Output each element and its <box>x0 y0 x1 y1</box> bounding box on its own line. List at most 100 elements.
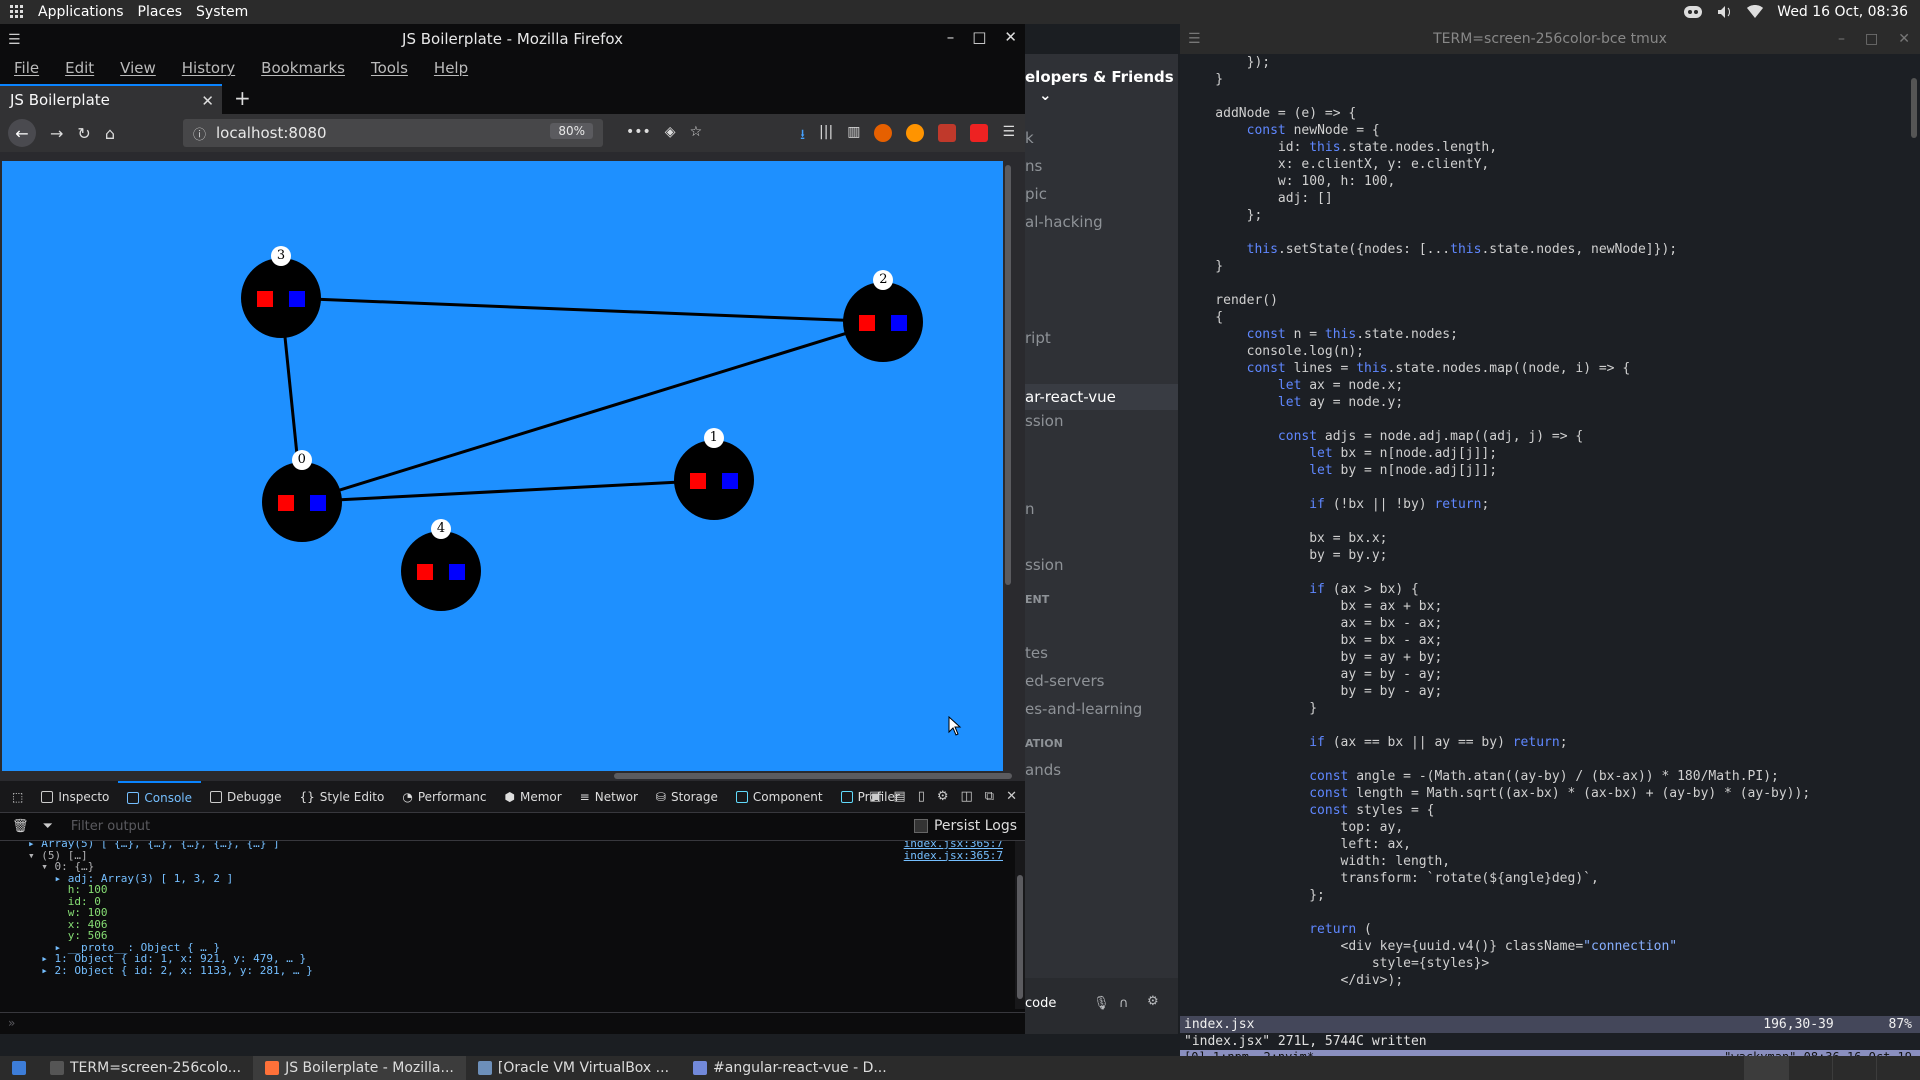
menu-applications[interactable]: Applications <box>38 4 124 20</box>
node-output-port[interactable] <box>721 473 738 490</box>
extension-4-icon[interactable] <box>970 124 989 142</box>
sidebar-icon[interactable]: ▥ <box>847 124 860 148</box>
undock-icon[interactable]: ⧉ <box>985 789 994 804</box>
filter-icon[interactable]: ⏷ <box>43 819 53 834</box>
channel-item[interactable]: k <box>1025 129 1034 147</box>
node-output-port[interactable] <box>449 563 465 580</box>
channel-item[interactable]: ssion <box>1025 412 1063 430</box>
bookmark-star-icon[interactable]: ☆ <box>690 124 703 140</box>
channel-item[interactable]: ar-react-vue <box>1025 384 1178 410</box>
show-desktop-icon[interactable] <box>0 1056 38 1080</box>
menu-history[interactable]: History <box>182 59 235 77</box>
device-icon[interactable]: ▯ <box>918 789 925 804</box>
workspace-2-icon[interactable] <box>1788 1056 1832 1080</box>
app-menu-icon[interactable]: ☰ <box>1002 124 1015 148</box>
mic-icon[interactable]: 🎙 <box>1093 996 1110 1011</box>
home-icon[interactable]: ⌂ <box>105 124 115 143</box>
window-menu-icon[interactable]: ☰ <box>8 32 21 48</box>
trash-icon[interactable]: 🗑 <box>12 819 29 834</box>
page-hscrollbar-thumb[interactable] <box>614 773 1012 779</box>
channel-item[interactable]: al-hacking <box>1025 213 1103 231</box>
extension-1-icon[interactable] <box>874 124 893 142</box>
extension-3-icon[interactable] <box>938 124 957 142</box>
page-content[interactable]: 0 1 2 3 4 <box>2 161 1013 771</box>
persist-logs-checkbox[interactable] <box>913 819 928 833</box>
channel-item[interactable]: ands <box>1025 761 1061 779</box>
console-scrollbar[interactable] <box>1015 841 1025 1009</box>
graph-node-3[interactable]: 3 <box>241 245 321 338</box>
console-source-link[interactable]: index.jsx:365:7 <box>904 849 1003 863</box>
headphones-icon[interactable]: ∩ <box>1119 996 1129 1011</box>
tab-js-boilerplate[interactable]: JS Boilerplate ✕ <box>0 84 222 114</box>
pick-element-icon[interactable]: ⬚ <box>0 781 32 813</box>
menu-tools[interactable]: Tools <box>371 59 408 77</box>
devtools-close-icon[interactable]: ✕ <box>1006 789 1017 804</box>
discord-tray-icon[interactable] <box>1683 5 1703 19</box>
workspace-switcher[interactable] <box>1744 1056 1920 1080</box>
clock[interactable]: Wed 16 Oct, 08:36 <box>1777 4 1908 20</box>
server-header[interactable]: elopers & Friends ⌄ <box>1025 68 1178 104</box>
terminal-scrollbar-thumb[interactable] <box>1911 78 1917 138</box>
maximize-icon[interactable]: □ <box>972 28 986 46</box>
tab-console[interactable]: Console <box>118 780 202 813</box>
console-input[interactable]: » <box>0 1012 1025 1034</box>
user-settings-gear-icon[interactable]: ⚙ <box>1147 994 1159 1009</box>
url-bar[interactable]: ⓘ localhost:8080 80% <box>183 119 603 147</box>
new-tab-icon[interactable]: + <box>222 86 265 114</box>
menu-system[interactable]: System <box>196 4 248 20</box>
page-actions-icon[interactable]: ••• <box>626 124 651 140</box>
channel-item[interactable]: ssion <box>1025 556 1063 574</box>
minimize-icon[interactable]: – <box>947 28 955 46</box>
node-output-port[interactable] <box>309 494 326 511</box>
pocket-icon[interactable]: ◈ <box>665 124 676 140</box>
channel-category[interactable]: ENT <box>1025 593 1049 606</box>
graph-node-0[interactable]: 0 <box>261 449 342 542</box>
tab-close-icon[interactable]: ✕ <box>201 92 214 110</box>
menu-file[interactable]: File <box>14 59 39 77</box>
persist-logs-toggle[interactable]: Persist Logs <box>913 818 1017 834</box>
channel-item[interactable]: ript <box>1025 329 1051 347</box>
graph-node-2[interactable]: 2 <box>843 269 924 362</box>
volume-icon[interactable] <box>1717 5 1733 19</box>
back-icon[interactable]: ← <box>8 119 36 147</box>
channel-item[interactable]: tes <box>1025 644 1048 662</box>
taskbar-item[interactable]: [Oracle VM VirtualBox ... <box>466 1056 681 1080</box>
close-icon[interactable]: ✕ <box>1004 28 1017 46</box>
channel-item[interactable]: n <box>1025 500 1035 518</box>
page-scrollbar-thumb[interactable] <box>1005 165 1011 585</box>
dock-icon[interactable]: ◫ <box>961 789 973 804</box>
graph-node-1[interactable]: 1 <box>673 428 754 521</box>
menu-view[interactable]: View <box>120 59 156 77</box>
maximize-icon[interactable]: □ <box>1865 31 1878 47</box>
extension-2-icon[interactable] <box>906 124 925 142</box>
tab-inspector[interactable]: Inspecto <box>32 781 118 813</box>
terminal-scrollbar[interactable] <box>1908 54 1920 1016</box>
menu-places[interactable]: Places <box>138 4 183 20</box>
channel-category[interactable]: ATION <box>1025 737 1063 750</box>
reload-icon[interactable]: ↻ <box>77 124 90 143</box>
node-input-port[interactable] <box>417 563 433 580</box>
minimize-icon[interactable]: – <box>1838 31 1845 47</box>
channel-item[interactable]: pic <box>1025 185 1047 203</box>
split-console-icon[interactable]: ▤ <box>893 789 905 804</box>
tab-style-editor[interactable]: {} Style Edito <box>291 781 394 813</box>
menu-help[interactable]: Help <box>434 59 468 77</box>
console-line[interactable]: ▸ 2: Object { id: 2, x: 1133, y: 281, … … <box>28 964 313 978</box>
workspace-3-icon[interactable] <box>1832 1056 1876 1080</box>
site-info-icon[interactable]: ⓘ <box>193 124 206 143</box>
zoom-badge[interactable]: 80% <box>550 123 593 139</box>
tab-performance[interactable]: ◔ Performanc <box>393 781 495 813</box>
console-scrollbar-thumb[interactable] <box>1017 875 1023 999</box>
menu-bookmarks[interactable]: Bookmarks <box>261 59 345 77</box>
workspace-4-icon[interactable] <box>1876 1056 1920 1080</box>
tab-storage[interactable]: ⛁ Storage <box>647 781 727 813</box>
menu-edit[interactable]: Edit <box>65 59 94 77</box>
node-input-port[interactable] <box>859 314 876 331</box>
graph-node-4[interactable]: 4 <box>401 518 481 611</box>
node-input-port[interactable] <box>689 473 706 490</box>
taskbar-item[interactable]: TERM=screen-256colo... <box>38 1056 253 1080</box>
window-menu-icon[interactable]: ☰ <box>1188 31 1201 47</box>
editor-buffer[interactable]: }); } addNode = (e) => { const newNode =… <box>1184 54 1904 1016</box>
channel-item[interactable]: ed-servers <box>1025 672 1104 690</box>
tab-components[interactable]: Component <box>727 781 832 813</box>
